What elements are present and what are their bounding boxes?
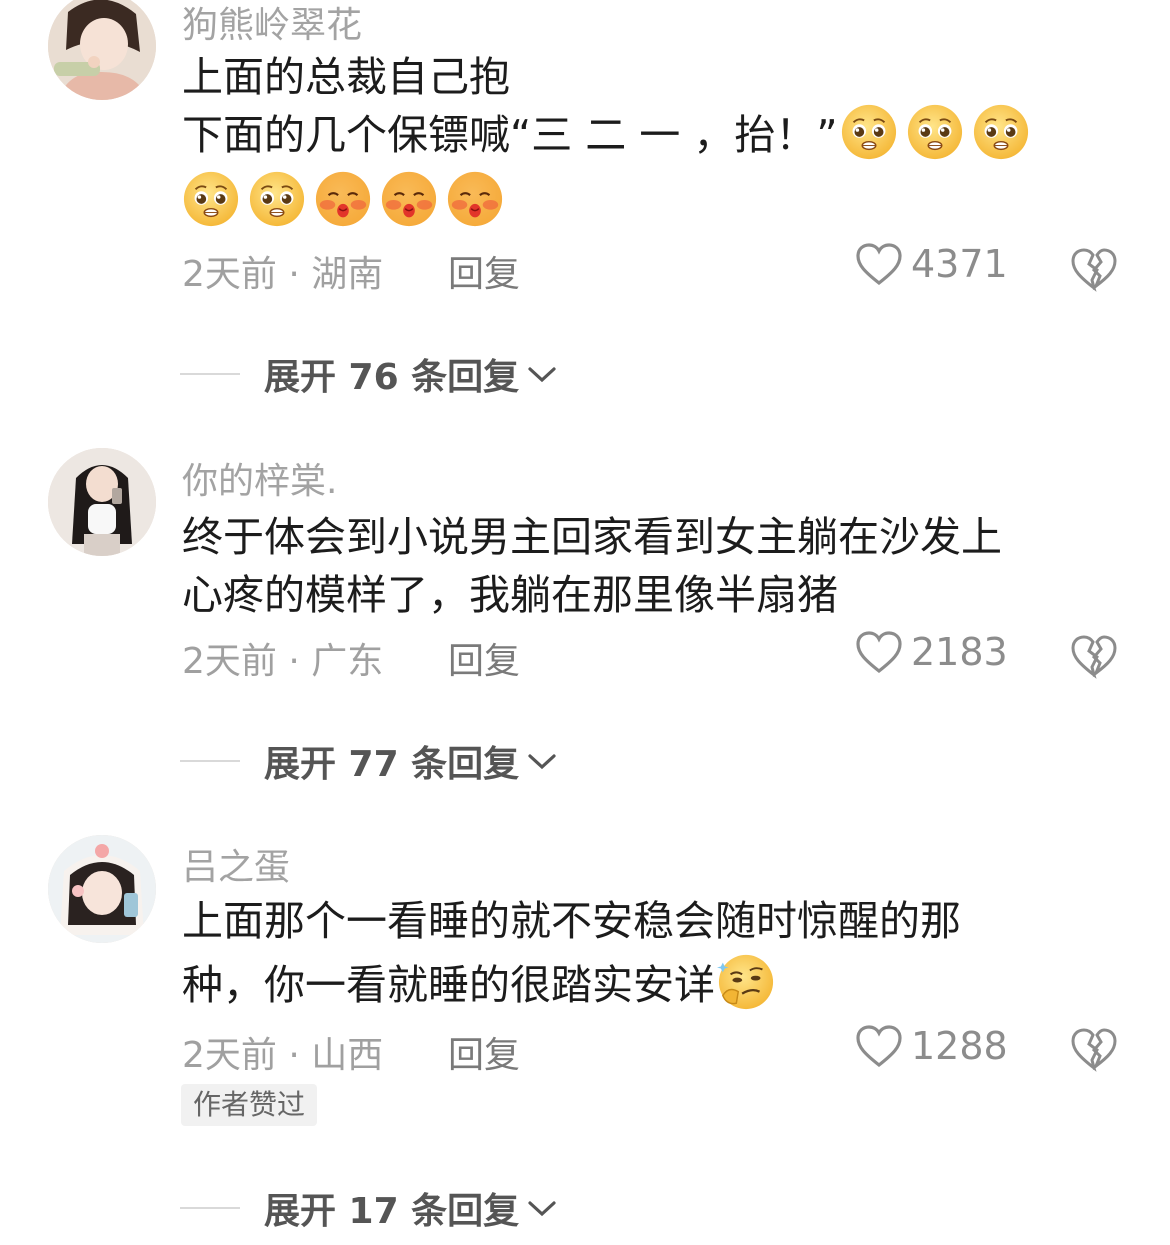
heart-outline-icon xyxy=(856,243,902,286)
broken-heart-icon[interactable] xyxy=(1070,1026,1118,1072)
like-button[interactable]: 2183 xyxy=(855,630,1008,674)
avatar[interactable] xyxy=(48,835,156,943)
comment-meta: 2天前 · 山西 xyxy=(182,1035,384,1076)
expand-replies-label: 展开 77 条回复 xyxy=(264,744,520,785)
emoji-group xyxy=(840,103,1030,161)
comment-line: 种，你一看就睡的很踏实安详 xyxy=(182,956,1122,1017)
like-count: 2183 xyxy=(911,630,1008,674)
like-count: 4371 xyxy=(911,242,1008,286)
pleading-face-icon xyxy=(972,103,1030,161)
expand-replies[interactable]: 展开 76 条回复 xyxy=(180,348,559,400)
comment-text: 上面的总裁自己抱 下面的几个保镖喊“三 二 一 ，抬！” xyxy=(182,48,1122,231)
thinking-smirk-face-icon xyxy=(717,953,775,1011)
comment-meta: 2天前 · 广东 xyxy=(182,641,384,682)
username[interactable]: 你的梓棠. xyxy=(182,452,337,504)
divider-line xyxy=(180,760,240,762)
broken-heart-icon[interactable] xyxy=(1070,246,1118,292)
emoji-row xyxy=(182,167,1122,231)
like-button[interactable]: 1288 xyxy=(855,1024,1008,1068)
chevron-down-icon xyxy=(528,367,556,383)
like-count: 1288 xyxy=(911,1024,1008,1068)
heart-outline-icon xyxy=(856,631,902,674)
reply-button[interactable]: 回复 xyxy=(448,632,520,684)
expand-replies-label: 展开 17 条回复 xyxy=(264,1191,520,1232)
pleading-face-icon xyxy=(248,170,306,228)
comment-line: 心疼的模样了，我躺在那里像半扇猪 xyxy=(182,571,838,619)
comment-line: 下面的几个保镖喊“三 二 一 ，抬！” xyxy=(182,106,1122,167)
reply-button[interactable]: 回复 xyxy=(448,245,520,297)
comment-text: 上面那个一看睡的就不安稳会随时惊醒的那 种，你一看就睡的很踏实安详 xyxy=(182,892,1122,1017)
comment-line-text: 种，你一看就睡的很踏实安详 xyxy=(182,961,715,1009)
blush-kiss-face-icon xyxy=(446,170,504,228)
username[interactable]: 狗熊岭翠花 xyxy=(182,0,362,48)
blush-kiss-face-icon xyxy=(314,170,372,228)
avatar[interactable] xyxy=(48,0,156,100)
avatar[interactable] xyxy=(48,448,156,556)
emoji-group xyxy=(717,953,775,1011)
comment-line: 终于体会到小说男主回家看到女主躺在沙发上 xyxy=(182,513,1002,561)
expand-replies-label: 展开 76 条回复 xyxy=(264,357,520,398)
expand-replies[interactable]: 展开 17 条回复 xyxy=(180,1182,559,1234)
chevron-down-icon xyxy=(528,754,556,770)
reply-button[interactable]: 回复 xyxy=(448,1026,520,1078)
like-button[interactable]: 4371 xyxy=(855,242,1008,286)
comment-meta: 2天前 · 湖南 xyxy=(182,254,384,295)
divider-line xyxy=(180,373,240,375)
divider-line xyxy=(180,1207,240,1209)
pleading-face-icon xyxy=(840,103,898,161)
username[interactable]: 吕之蛋 xyxy=(182,838,290,890)
broken-heart-icon[interactable] xyxy=(1070,633,1118,679)
comment-line: 上面那个一看睡的就不安稳会随时惊醒的那 xyxy=(182,897,961,945)
expand-replies[interactable]: 展开 77 条回复 xyxy=(180,735,559,787)
comment-text: 终于体会到小说男主回家看到女主躺在沙发上 心疼的模样了，我躺在那里像半扇猪 xyxy=(182,508,1122,624)
heart-outline-icon xyxy=(856,1025,902,1068)
author-liked-badge: 作者赞过 xyxy=(181,1084,318,1126)
pleading-face-icon xyxy=(182,170,240,228)
comment-line-text: 下面的几个保镖喊“三 二 一 ，抬！” xyxy=(182,111,838,159)
blush-kiss-face-icon xyxy=(380,170,438,228)
pleading-face-icon xyxy=(906,103,964,161)
comment-line: 上面的总裁自己抱 xyxy=(182,53,510,101)
chevron-down-icon xyxy=(528,1201,556,1217)
